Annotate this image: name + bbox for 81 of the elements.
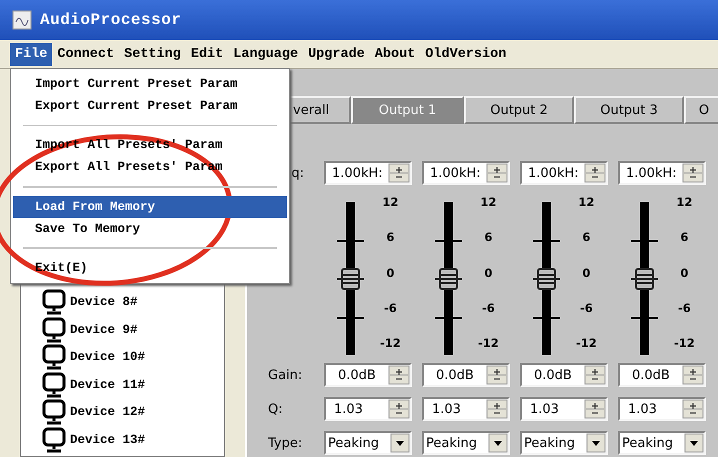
menu-item[interactable]: About <box>370 42 420 66</box>
q-spinbox[interactable]: 1.03 <box>422 397 510 421</box>
spin-arrows-icon[interactable] <box>682 399 704 419</box>
monitor-icon <box>41 372 67 398</box>
menu-option[interactable]: Import Current Preset Param <box>13 73 287 95</box>
menu-item[interactable]: File <box>10 42 52 66</box>
menu-item[interactable]: Setting <box>119 42 186 66</box>
tab[interactable]: Output 3 <box>574 96 684 124</box>
scale-label: 12 <box>577 195 596 209</box>
device-item[interactable]: Device 8# <box>70 295 138 310</box>
scale-label: 12 <box>675 195 694 209</box>
spin-arrows-icon[interactable] <box>486 163 508 183</box>
type-dropdown[interactable]: Peaking <box>520 431 608 455</box>
gain-spinbox[interactable]: 0.0dB <box>520 363 608 387</box>
menu-option[interactable]: Save To Memory <box>13 218 287 240</box>
scale-label: -6 <box>383 300 398 315</box>
spin-arrows-icon[interactable] <box>388 365 410 385</box>
spin-arrows-icon[interactable] <box>388 163 410 183</box>
freq-spinbox[interactable]: 1.00kH: <box>618 161 706 185</box>
spin-arrows-icon[interactable] <box>584 365 606 385</box>
scale-label: 6 <box>679 230 690 244</box>
menu-item[interactable]: Upgrade <box>303 42 370 66</box>
q-spinbox[interactable]: 1.03 <box>324 397 412 421</box>
scale-label: -6 <box>677 300 692 315</box>
scale-label: 12 <box>381 195 400 209</box>
scale-label: -12 <box>380 336 401 350</box>
menu-option[interactable]: Exit(E) <box>13 257 287 280</box>
spin-arrows-icon[interactable] <box>682 365 704 385</box>
scale-label: 0 <box>679 266 690 280</box>
q-spinbox[interactable]: 1.03 <box>520 397 608 421</box>
gain-spinbox[interactable]: 0.0dB <box>618 363 706 387</box>
scale-label: 6 <box>483 230 494 244</box>
spin-arrows-icon[interactable] <box>682 163 704 183</box>
type-dropdown[interactable]: Peaking <box>422 431 510 455</box>
scale-label: 0 <box>385 266 396 280</box>
device-item[interactable]: Device 13# <box>70 432 146 447</box>
device-item[interactable]: Device 9# <box>70 322 138 337</box>
menu-item[interactable]: OldVersion <box>420 42 512 66</box>
freq-label: q: <box>291 166 304 180</box>
type-dropdown[interactable]: Peaking <box>618 431 706 455</box>
freq-spinbox[interactable]: 1.00kH: <box>324 161 412 185</box>
window-title: AudioProcessor <box>40 11 182 29</box>
device-item[interactable]: Device 10# <box>70 350 146 364</box>
tab[interactable]: O <box>684 96 718 124</box>
monitor-icon <box>41 399 67 426</box>
monitor-icon <box>41 426 67 453</box>
scale-label: 12 <box>479 195 498 209</box>
type-label: Type: <box>267 436 302 450</box>
scale-label: -6 <box>579 300 594 315</box>
menu-item[interactable]: Language <box>228 42 304 66</box>
device-item[interactable]: Device 12# <box>70 405 146 420</box>
q-label: Q: <box>267 402 283 416</box>
scale-label: 6 <box>385 230 396 244</box>
gain-spinbox[interactable]: 0.0dB <box>422 363 510 387</box>
monitor-icon <box>41 316 67 343</box>
tab[interactable]: Output 2 <box>464 96 574 124</box>
spin-arrows-icon[interactable] <box>486 399 508 419</box>
freq-spinbox[interactable]: 1.00kH: <box>422 161 510 185</box>
menu-item[interactable]: Connect <box>52 42 120 66</box>
freq-spinbox[interactable]: 1.00kH: <box>520 161 608 185</box>
scale-label: 6 <box>581 230 592 244</box>
spin-arrows-icon[interactable] <box>486 365 508 385</box>
scale-label: -6 <box>481 300 496 315</box>
spin-arrows-icon[interactable] <box>388 399 410 419</box>
menu-option[interactable]: Load From Memory <box>13 196 287 218</box>
q-spinbox[interactable]: 1.03 <box>618 397 706 421</box>
scale-label: 0 <box>581 266 592 280</box>
scale-label: -12 <box>576 336 597 350</box>
monitor-icon <box>41 344 67 370</box>
scale-label: -12 <box>674 336 695 350</box>
app-icon <box>12 10 32 30</box>
gain-label: Gain: <box>267 368 302 382</box>
gain-spinbox[interactable]: 0.0dB <box>324 363 412 387</box>
scale-label: 0 <box>483 266 494 280</box>
menu-item[interactable]: Edit <box>186 42 228 66</box>
monitor-icon <box>41 289 67 316</box>
device-item[interactable]: Device 11# <box>70 378 146 392</box>
scale-label: -12 <box>478 336 499 350</box>
spin-arrows-icon[interactable] <box>584 399 606 419</box>
spin-arrows-icon[interactable] <box>584 163 606 183</box>
type-dropdown[interactable]: Peaking <box>324 431 412 455</box>
